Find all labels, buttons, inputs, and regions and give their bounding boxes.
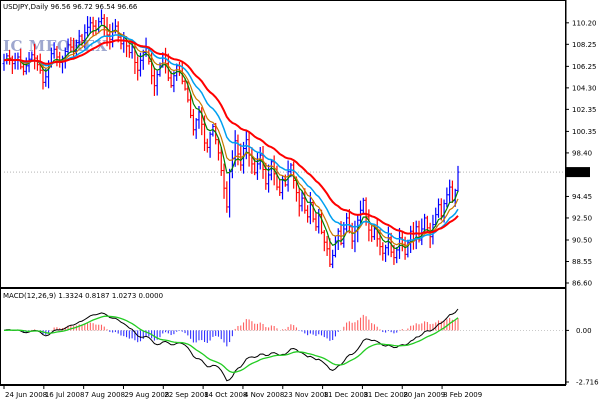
time-tick-label: 20 Jan 2009 [403,391,445,399]
price-tick-label: 110.20 [572,19,597,27]
svg-text:96.66: 96.66 [568,169,589,177]
time-tick-label: 7 Aug 2008 [85,391,125,399]
time-tick-label: 11 Dec 2008 [324,391,369,399]
time-tick-label: 8 Feb 2009 [443,391,482,399]
time-tick-label: 23 Nov 2008 [284,391,329,399]
price-tick-label: 106.25 [572,63,597,71]
price-tick-label: 86.60 [572,280,592,288]
macd-tick-label: 0.00 [576,327,592,335]
price-tick-label: 102.35 [572,106,597,114]
forex-chart[interactable]: IC MFOREX 110.20 108.25 106.25 104.30 102.35… [0,0,600,400]
time-tick-label: 31 Dec 2008 [363,391,408,399]
price-tick-label: 104.30 [572,84,597,92]
time-tick-label: 24 Jun 2008 [5,391,47,399]
macd-tick-label: -2.716 [576,379,599,387]
time-tick-label: 22 Sep 2008 [164,391,208,399]
time-tick-label: 29 Aug 2008 [124,391,169,399]
price-tick-label: 100.35 [572,128,597,136]
current-price-tag: 96.66 [566,167,590,178]
symbol-label: USDJPY,Daily 96.56 96.72 96.54 96.66 [3,3,138,11]
time-tick-label: 4 Nov 2008 [244,391,284,399]
time-tick-label: 14 Oct 2008 [204,391,247,399]
price-tick-label: 108.25 [572,41,597,49]
time-tick-label: 16 Jul 2008 [45,391,85,399]
macd-label: MACD(12,26,9) 1.3324 0.8187 1.0273 0.000… [3,292,163,300]
price-tick-label: 88.55 [572,258,592,266]
price-tick-label: 98.40 [572,149,592,157]
price-tick-label: 94.45 [572,193,592,201]
watermark-logo: IC MFOREX [3,37,108,55]
price-tick-label: 92.50 [572,214,592,222]
chart-svg: IC MFOREX 110.20 108.25 106.25 104.30 102.35… [0,0,600,400]
price-tick-label: 90.50 [572,237,592,245]
